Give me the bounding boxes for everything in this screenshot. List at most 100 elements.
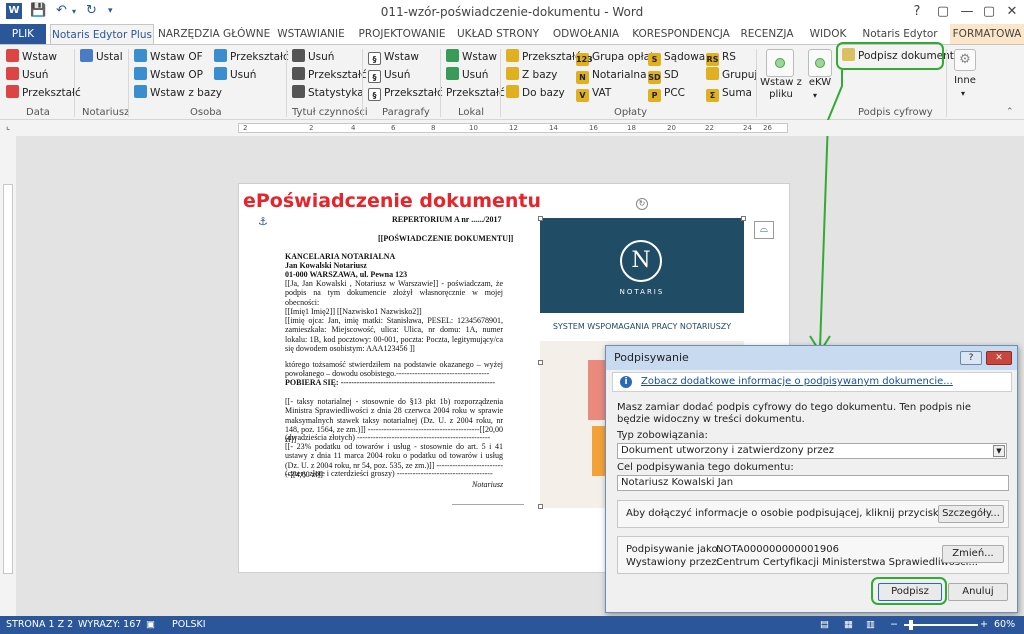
fees-from-db-button[interactable]: Z bazy: [506, 66, 557, 84]
title-transform-label: Przekształć: [308, 69, 367, 81]
premises-delete-button[interactable]: Usuń: [446, 66, 488, 84]
person-insert-op-button[interactable]: Wstaw OP: [134, 66, 203, 84]
insert-from-file-label[interactable]: Wstaw z pliku: [760, 77, 802, 101]
tab-notaris-edytor[interactable]: Notaris Edytor: [860, 24, 940, 44]
tab-notaris-edytor-plus[interactable]: Notaris Edytor Plus: [50, 24, 154, 44]
dialog-title: Podpisywanie: [606, 346, 1017, 370]
read-mode-icon[interactable]: ▤: [820, 616, 829, 634]
group-separator: [440, 49, 441, 117]
other-dropdown-icon[interactable]: ▾: [961, 89, 965, 98]
minimize-button[interactable]: —: [955, 2, 979, 22]
tab-home[interactable]: NARZĘDZIA GŁÓWNE: [158, 24, 270, 44]
proofing-icon[interactable]: ▣: [146, 616, 155, 634]
issued-by-label: Wystawiony przez:: [626, 557, 720, 568]
word-count[interactable]: WYRAZY: 167: [78, 616, 141, 634]
tab-insert[interactable]: WSTAWIANIE: [272, 24, 350, 44]
fee-court-button[interactable]: S Sądowa: [648, 48, 705, 66]
fee-sd-icon: SD: [648, 71, 661, 84]
title-delete-button[interactable]: Usuń: [292, 48, 334, 66]
tab-references[interactable]: ODWOŁANIA: [548, 24, 624, 44]
commitment-type-select[interactable]: Dokument utworzony i zatwierdzony przez …: [617, 443, 1007, 459]
premises-insert-label: Wstaw: [462, 51, 497, 63]
tab-file[interactable]: PLIK: [0, 24, 46, 44]
info-bar: i Zobacz dodatkowe informacje o podpisyw…: [612, 372, 1012, 392]
database-out-icon: [506, 85, 519, 98]
title-transform-button[interactable]: Przekształć: [292, 66, 367, 84]
person-insert-of-button[interactable]: Wstaw OF: [134, 48, 203, 66]
person-from-db-button[interactable]: Wstaw z bazy: [134, 84, 222, 102]
paragraph-delete-label: Usuń: [384, 69, 411, 81]
more-info-link[interactable]: Zobacz dodatkowe informacje o podpisywan…: [641, 376, 953, 387]
resize-handle[interactable]: [538, 504, 543, 509]
help-button[interactable]: ?: [905, 2, 929, 22]
data-transform-button[interactable]: Przekształć: [6, 84, 81, 102]
signature-label: Notariusz: [472, 480, 504, 489]
resize-handle[interactable]: [538, 216, 543, 221]
group-label-title: Tytuł czynności: [292, 107, 368, 118]
zoom-slider-thumb[interactable]: [909, 620, 913, 630]
paragraph-transform-button[interactable]: § Przekształć: [368, 84, 443, 102]
fee-group-button[interactable]: 123Grupa opłat: [576, 48, 654, 66]
zoom-in-icon[interactable]: +: [980, 616, 988, 634]
fee-vat-button[interactable]: V VAT: [576, 84, 611, 102]
fees-transform-button[interactable]: Przekształć: [506, 48, 581, 66]
maximize-button[interactable]: ▢: [977, 2, 1001, 22]
print-layout-icon[interactable]: ▦: [844, 616, 853, 634]
tab-review[interactable]: RECENZJA: [738, 24, 796, 44]
resize-handle[interactable]: [538, 360, 543, 365]
title-stats-button[interactable]: Statystyka: [292, 84, 364, 102]
vertical-ruler-bar[interactable]: [3, 184, 13, 574]
person-delete-button[interactable]: Usuń: [214, 66, 256, 84]
rotate-handle-icon[interactable]: ↻: [636, 198, 648, 210]
ribbon-display-button[interactable]: ▢: [931, 2, 955, 22]
other-label[interactable]: Inne: [952, 75, 978, 86]
paragraph-insert-button[interactable]: § Wstaw: [368, 48, 419, 66]
premises-insert-button[interactable]: Wstaw: [446, 48, 497, 66]
fee-notarial-button[interactable]: N Notarialna: [576, 66, 647, 84]
group-separator: [756, 49, 757, 117]
web-layout-icon[interactable]: ▥: [866, 616, 875, 634]
person-transform-button[interactable]: Przekształć: [214, 48, 289, 66]
paragraph-delete-button[interactable]: § Usuń: [368, 66, 410, 84]
data-transform-label: Przekształć: [22, 87, 81, 99]
dialog-question: Masz zamiar dodać podpis cyfrowy do tego…: [617, 402, 972, 425]
tab-format[interactable]: FORMATOWA: [950, 24, 1024, 44]
paragraph-insert-label: Wstaw: [384, 51, 419, 63]
language[interactable]: POLSKI: [172, 616, 206, 634]
notary-set-button[interactable]: Ustal: [80, 48, 123, 66]
anchor-icon[interactable]: ⚓: [258, 215, 268, 228]
premises-transform-button[interactable]: Przekształć: [446, 84, 505, 102]
purpose-input[interactable]: Notariusz Kowalski Jan: [617, 475, 1009, 491]
gear-icon[interactable]: ⚙: [954, 49, 976, 71]
change-button[interactable]: Zmień...: [942, 545, 1004, 563]
resize-handle[interactable]: [741, 216, 746, 221]
cancel-button[interactable]: Anuluj: [948, 583, 1008, 601]
chevron-down-icon[interactable]: ▼: [993, 445, 1005, 457]
fee-sum-button[interactable]: Σ Suma: [706, 84, 752, 102]
close-button[interactable]: ✕: [1000, 2, 1024, 22]
tab-mailings[interactable]: KORESPONDENCJA: [630, 24, 732, 44]
fee-sd-button[interactable]: SD SD: [648, 66, 679, 84]
fees-to-db-button[interactable]: Do bazy: [506, 84, 565, 102]
zoom-slider[interactable]: [904, 624, 978, 626]
tab-design[interactable]: PROJEKTOWANIE: [356, 24, 448, 44]
tab-layout[interactable]: UKŁAD STRONY: [454, 24, 542, 44]
details-button[interactable]: Szczegóły...: [938, 505, 1004, 523]
ruler-bar[interactable]: 2 2 4 6 8 10 12 14 16 18 20 22 24 26: [238, 123, 788, 133]
fee-pcc-button[interactable]: P PCC: [648, 84, 685, 102]
zoom-level[interactable]: 60%: [994, 616, 1015, 634]
tab-view[interactable]: WIDOK: [804, 24, 852, 44]
insert-from-file-icon[interactable]: [766, 49, 794, 77]
data-insert-button[interactable]: Wstaw: [6, 48, 57, 66]
collapse-ribbon-icon[interactable]: ⌃: [1006, 107, 1014, 117]
certificate-box: Podpisywanie jako: NOTA000000000001906 W…: [617, 536, 1009, 574]
page-counter[interactable]: STRONA 1 Z 2: [6, 616, 73, 634]
fee-rs-button[interactable]: RS RS: [706, 48, 736, 66]
fee-group-merge-button[interactable]: Grupuj: [706, 66, 757, 84]
dialog-close-button[interactable]: ✕: [986, 351, 1012, 365]
tab-stop-icon[interactable]: ⌞: [6, 122, 10, 132]
zoom-out-icon[interactable]: −: [890, 616, 898, 634]
layout-options-icon[interactable]: ⌓: [754, 221, 774, 239]
dialog-help-button[interactable]: ?: [960, 351, 982, 365]
data-delete-button[interactable]: Usuń: [6, 66, 48, 84]
